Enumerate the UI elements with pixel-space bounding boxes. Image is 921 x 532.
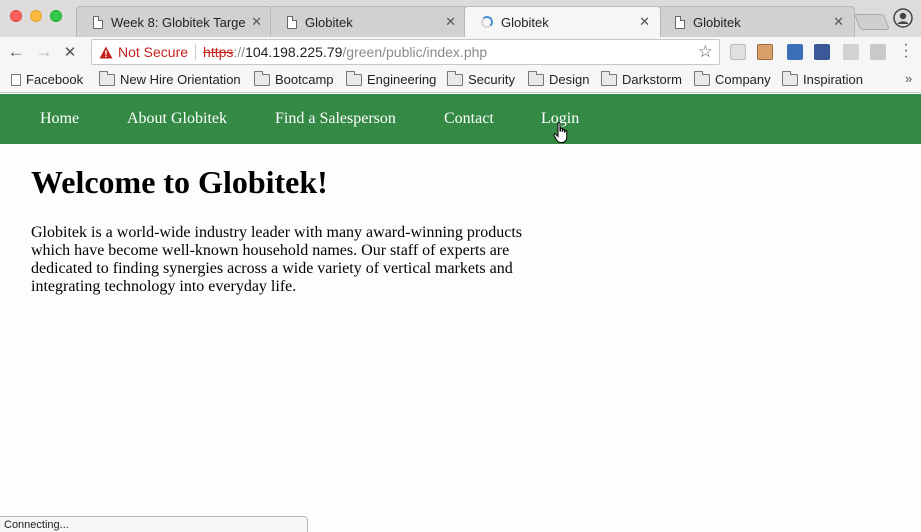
bookmark-folder-bootcamp[interactable]: Bootcamp [254,70,334,87]
bookmark-folder-inspiration[interactable]: Inspiration [782,70,863,87]
bookmarks-overflow-button[interactable]: » [905,71,912,86]
address-separator [195,44,197,60]
url-scheme: https [203,44,234,60]
bookmark-label: Facebook [26,72,84,87]
nav-link-home[interactable]: Home [40,110,79,128]
forward-button[interactable]: → [33,41,55,63]
site-navigation: Home About Globitek Find a Salesperson C… [0,94,921,144]
bookmark-label: Security [468,72,515,87]
folder-icon [346,70,362,86]
tab-globitek-active[interactable]: Globitek ✕ [464,6,661,37]
bookmark-folder-design[interactable]: Design [528,70,590,87]
tab-week8[interactable]: Week 8: Globitek Targeti ✕ [76,6,273,37]
page-icon [11,73,21,86]
extension-character-icon[interactable] [757,44,773,60]
hand-pointer-cursor-icon [553,122,568,143]
minimize-window-button[interactable] [30,10,42,22]
extension-f-light-icon[interactable] [870,44,886,60]
tab-title: Globitek [693,14,741,30]
nav-link-about[interactable]: About Globitek [127,110,227,128]
document-icon [287,15,297,29]
close-tab-icon[interactable]: ✕ [251,14,262,30]
bookmark-label: New Hire Orientation [120,72,241,87]
url-host: 104.198.225.79 [245,44,343,60]
bookmark-folder-company[interactable]: Company [694,70,771,87]
bookmark-star-icon[interactable]: ☆ [698,42,713,62]
close-tab-icon[interactable]: ✕ [445,14,456,30]
browser-menu-icon[interactable]: · · · [902,37,910,65]
folder-icon [601,70,617,86]
bookmark-label: Inspiration [803,72,863,87]
browser-title-bar: Week 8: Globitek Targeti ✕ Globitek ✕ Gl… [0,0,921,37]
folder-icon [528,70,544,86]
new-tab-button[interactable] [854,14,890,30]
close-window-button[interactable] [10,10,22,22]
bookmark-label: Engineering [367,72,437,87]
bookmark-label: Company [715,72,771,87]
page-title: Welcome to Globitek! [31,164,328,200]
bookmark-folder-new-hire-orientation[interactable]: New Hire Orientation [99,70,241,87]
tab-title: Globitek [501,14,549,30]
nav-link-find-salesperson[interactable]: Find a Salesperson [275,110,396,128]
bookmark-label: Design [549,72,590,87]
security-label[interactable]: Not Secure [118,44,188,60]
tab-title: Week 8: Globitek Targeti [111,14,246,30]
document-icon [93,15,103,29]
back-button[interactable]: ← [5,41,27,63]
address-bar[interactable]: Not Secure https://104.198.225.79/green/… [91,39,720,65]
warning-icon [99,46,113,59]
tab-globitek-1[interactable]: Globitek ✕ [270,6,467,37]
bookmark-label: Bootcamp [275,72,334,87]
url-scheme-separator: :// [233,44,246,60]
folder-icon [254,70,270,86]
extension-gear-icon[interactable] [730,44,746,60]
profile-icon[interactable] [893,8,913,28]
bookmark-folder-security[interactable]: Security [447,70,515,87]
folder-icon [99,70,115,86]
status-bubble: Connecting... [0,516,308,532]
loading-spinner-icon [481,16,493,28]
bookmark-label: Darkstorm [622,72,682,87]
tab-title: Globitek [305,14,353,30]
tab-globitek-3[interactable]: Globitek ✕ [658,6,855,37]
close-tab-icon[interactable]: ✕ [833,14,844,30]
extension-f-gray-icon[interactable] [843,44,859,60]
document-icon [675,15,685,29]
close-tab-icon[interactable]: ✕ [639,14,650,30]
bookmark-facebook[interactable]: Facebook [11,72,83,87]
bookmarks-bar: Facebook New Hire Orientation Bootcamp E… [0,69,921,93]
folder-icon [447,70,463,86]
intro-paragraph: Globitek is a world-wide industry leader… [31,224,522,295]
bookmark-folder-darkstorm[interactable]: Darkstorm [601,70,682,87]
browser-toolbar: ← → ✕ Not Secure https://104.198.225.79/… [0,37,921,69]
url-path: /green/public/index.php [342,44,488,60]
stop-loading-button[interactable]: ✕ [59,41,81,63]
maximize-window-button[interactable] [50,10,62,22]
folder-icon [694,70,710,86]
folder-icon [782,70,798,86]
bookmark-folder-engineering[interactable]: Engineering [346,70,437,87]
extension-facebook-icon[interactable] [814,44,830,60]
nav-link-contact[interactable]: Contact [444,110,494,128]
extension-bookmark-icon[interactable] [787,44,803,60]
